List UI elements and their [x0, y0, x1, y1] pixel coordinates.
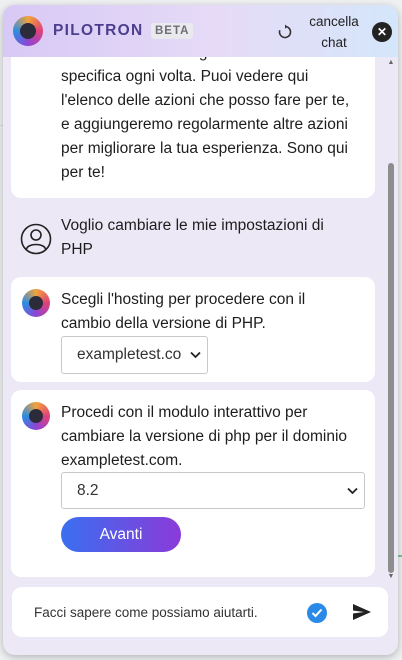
- send-icon[interactable]: [352, 603, 372, 623]
- bot-avatar: [22, 402, 50, 430]
- message-text: Scegli l'hosting per procedere con il ca…: [61, 288, 371, 336]
- message-line: per migliorare la tua esperienza. Sono q…: [61, 140, 348, 157]
- close-icon[interactable]: ✕: [372, 22, 392, 42]
- php-version-value: 8.2: [77, 481, 99, 499]
- message-line: l'elenco delle azioni che posso fare per…: [61, 92, 350, 109]
- message-line: Voglio cambiare le mie impostazioni di: [61, 217, 324, 234]
- scrollbar[interactable]: ▲ ▼: [386, 57, 396, 585]
- hosting-select-value: exampletest.co: [77, 346, 182, 363]
- chat-input[interactable]: [32, 601, 292, 623]
- brand-name: PILOTRON: [53, 22, 144, 39]
- message-line: cambiare la versione di php per il domin…: [61, 428, 348, 445]
- pilotron-logo: [13, 16, 43, 46]
- message-line: exampletest.com.: [61, 452, 183, 469]
- reset-icon-graphic: [278, 24, 292, 39]
- message-line: PHP: [61, 241, 93, 258]
- chat-header: PILOTRON BETA cancella chat ✕: [3, 5, 398, 57]
- chat-window: PILOTRON BETA cancella chat ✕ così non d…: [3, 5, 398, 655]
- scroll-thumb[interactable]: [388, 163, 394, 573]
- bot-message-hosting: Scegli l'hosting per procedere con il ca…: [11, 277, 375, 382]
- chevron-down-icon: [347, 484, 358, 498]
- hosting-select[interactable]: exampletest.co: [61, 336, 208, 374]
- chat-input-area: [12, 587, 388, 637]
- clear-chat-label-1: cancella: [309, 14, 359, 29]
- clear-chat-button[interactable]: cancella chat: [299, 11, 369, 53]
- message-list: così non dovrai navigare fino alla sezio…: [3, 57, 398, 580]
- message-text: così non dovrai navigare fino alla sezio…: [61, 57, 371, 185]
- bot-message-intro: così non dovrai navigare fino alla sezio…: [11, 57, 375, 198]
- bot-avatar: [22, 289, 50, 317]
- background-accent: [398, 555, 402, 557]
- scroll-down-icon[interactable]: ▼: [387, 573, 395, 580]
- message-line: Scegli l'hosting per procedere con il: [61, 291, 306, 308]
- message-line: Procedi con il modulo interattivo per: [61, 404, 308, 421]
- scroll-up-icon[interactable]: ▲: [387, 59, 395, 66]
- message-line: e aggiungeremo regolarmente altre azioni: [61, 116, 348, 133]
- clear-chat-label-2: chat: [321, 35, 347, 50]
- user-message-text: Voglio cambiare le mie impostazioni di P…: [61, 214, 371, 262]
- beta-badge: BETA: [151, 23, 194, 39]
- bot-message-php: Procedi con il modulo interattivo per ca…: [11, 390, 375, 577]
- reset-icon[interactable]: [275, 22, 295, 42]
- user-icon: [20, 223, 52, 255]
- message-line: cambio della versione di PHP.: [61, 315, 266, 332]
- message-line: per te!: [61, 164, 105, 181]
- message-line: così non dovrai navigare fino alla sezio…: [61, 57, 345, 65]
- php-version-select[interactable]: 8.2: [61, 472, 365, 509]
- message-line: specifica ogni volta. Puoi vedere qui: [61, 68, 309, 85]
- next-button[interactable]: Avanti: [61, 517, 181, 552]
- message-text: Procedi con il modulo interattivo per ca…: [61, 401, 373, 473]
- chevron-down-icon: [190, 348, 201, 362]
- check-icon: [307, 603, 327, 623]
